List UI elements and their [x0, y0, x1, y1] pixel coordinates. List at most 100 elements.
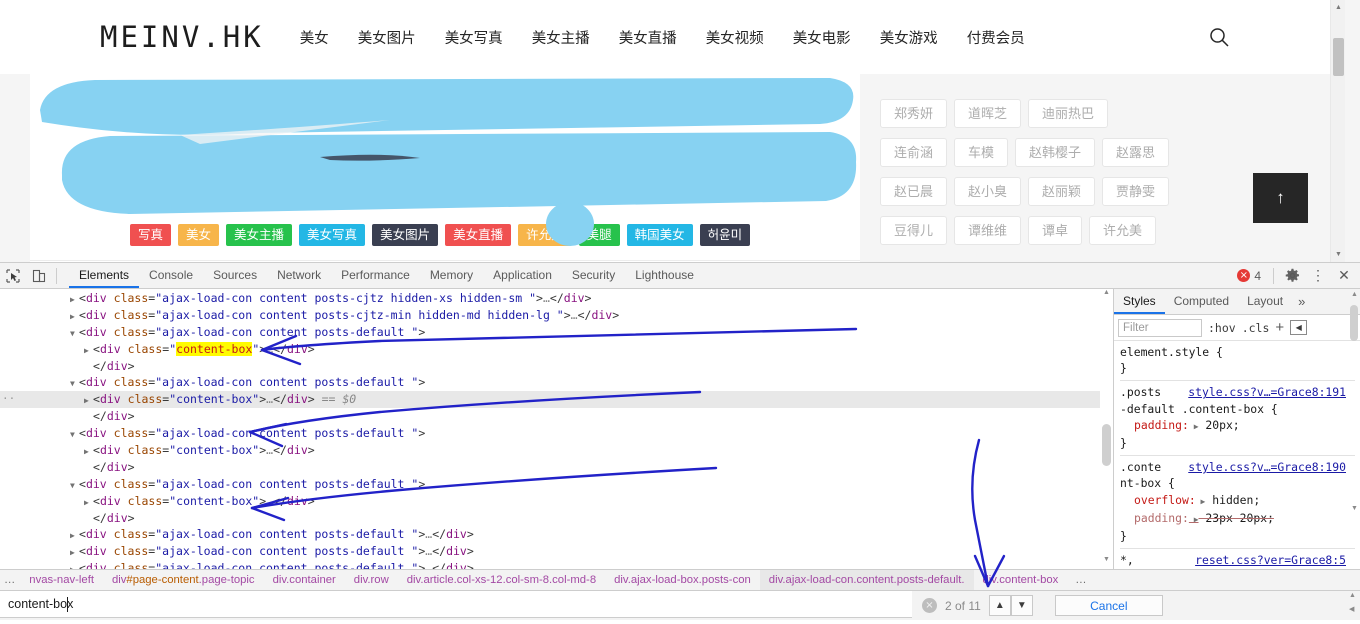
- style-property-name[interactable]: padding:: [1120, 510, 1189, 526]
- sidebar-tag-7[interactable]: 赵已晨: [880, 177, 948, 206]
- style-rule-selector[interactable]: element.style {: [1120, 345, 1223, 359]
- expand-triangle-icon[interactable]: ▶: [1196, 497, 1206, 506]
- sidebar-tag-8[interactable]: 赵小臭: [954, 177, 1022, 206]
- scrollbar-up-icon[interactable]: ▲: [1331, 0, 1346, 15]
- style-property-value[interactable]: 20px;: [1199, 418, 1239, 432]
- dom-tree-row[interactable]: ▼ <div class="ajax-load-con content posts…: [0, 324, 1113, 341]
- breadcrumb-item[interactable]: div.ajax-load-box.posts-con: [605, 570, 760, 590]
- dom-tree-row[interactable]: </div>: [0, 510, 1113, 527]
- style-source-link[interactable]: style.css?v…=Grace8:190: [1188, 459, 1346, 475]
- nav-item-8[interactable]: 付费会员: [967, 27, 1025, 48]
- sidebar-tag-0[interactable]: 郑秀妍: [880, 99, 948, 128]
- sidebar-tag-14[interactable]: 许允美: [1089, 216, 1157, 245]
- style-rule[interactable]: .posts style.css?v…=Grace8:191 -default .c…: [1120, 384, 1360, 453]
- find-scroll-up-icon[interactable]: ▲: [1349, 592, 1356, 599]
- article-tag[interactable]: 写真: [130, 224, 172, 246]
- breadcrumb-item[interactable]: div.row: [345, 570, 398, 590]
- scroll-to-top-button[interactable]: ↑: [1253, 173, 1308, 223]
- dom-tree-row[interactable]: ▶<div class="ajax-load-con content posts…: [0, 560, 1113, 569]
- dom-scroll-thumb[interactable]: [1102, 424, 1111, 466]
- styles-more-tabs-icon[interactable]: »: [1292, 294, 1311, 309]
- article-tag[interactable]: 美女主播: [226, 224, 293, 246]
- dom-tree-row[interactable]: ▶<div class="ajax-load-con content posts…: [0, 543, 1113, 560]
- search-icon[interactable]: [1208, 26, 1230, 48]
- new-style-rule-button[interactable]: +: [1275, 319, 1284, 336]
- toggle-sidebar-icon[interactable]: ◀: [1290, 320, 1308, 335]
- style-rule[interactable]: .conte style.css?v…=Grace8:190 nt-box {ove…: [1120, 459, 1360, 546]
- tab-application[interactable]: Application: [483, 263, 562, 288]
- sidebar-tag-9[interactable]: 赵丽颖: [1028, 177, 1096, 206]
- expand-triangle-icon[interactable]: ▶: [1189, 515, 1199, 524]
- dom-tree-row[interactable]: ▼ <div class="ajax-load-con content posts…: [0, 476, 1113, 493]
- dom-scroll-up-icon[interactable]: ▲: [1100, 289, 1113, 302]
- sidebar-tag-13[interactable]: 谭卓: [1028, 216, 1083, 245]
- sidebar-tag-2[interactable]: 迪丽热巴: [1028, 99, 1109, 128]
- styles-scrollbar[interactable]: ▲ ▼: [1349, 289, 1360, 517]
- style-declaration[interactable]: padding: ▶ 20px;: [1120, 417, 1360, 435]
- more-options-icon[interactable]: ⋮: [1306, 264, 1330, 288]
- style-rule-selector[interactable]: .conte: [1120, 460, 1161, 474]
- dom-tree-scrollbar[interactable]: ▲ ▼: [1100, 289, 1113, 569]
- breadcrumb-item[interactable]: div.article.col-xs-12.col-sm-8.col-md-8: [398, 570, 605, 590]
- clear-icon[interactable]: ×: [922, 598, 937, 613]
- nav-item-3[interactable]: 美女主播: [532, 27, 590, 48]
- breadcrumb-item[interactable]: div.container: [264, 570, 345, 590]
- dom-tree-row[interactable]: ▶<div class="ajax-load-con content posts…: [0, 307, 1113, 324]
- site-logo[interactable]: MEINV.HK: [100, 20, 264, 54]
- tab-styles[interactable]: Styles: [1114, 289, 1165, 314]
- dom-tree-row[interactable]: ▶ <div class="content-box">…</div>: [0, 341, 1113, 358]
- scrollbar-thumb[interactable]: [1333, 38, 1344, 76]
- sidebar-tag-1[interactable]: 道晖芝: [954, 99, 1022, 128]
- find-bar-scroll-arrows[interactable]: ▲ ◀: [1346, 591, 1360, 620]
- styles-scroll-up-icon[interactable]: ▲: [1350, 291, 1359, 298]
- page-scrollbar[interactable]: ▲ ▼: [1330, 0, 1345, 262]
- search-input[interactable]: [0, 591, 912, 618]
- device-toolbar-icon[interactable]: [26, 263, 52, 288]
- style-rule-selector[interactable]: .posts: [1120, 385, 1161, 399]
- style-source-link[interactable]: style.css?v…=Grace8:191: [1188, 384, 1346, 400]
- nav-item-0[interactable]: 美女: [300, 27, 329, 48]
- style-property-value[interactable]: hidden;: [1205, 493, 1260, 507]
- tab-lighthouse[interactable]: Lighthouse: [625, 263, 704, 288]
- tab-network[interactable]: Network: [267, 263, 331, 288]
- cancel-button[interactable]: Cancel: [1054, 595, 1163, 616]
- chevron-down-icon[interactable]: ▼: [1010, 595, 1033, 616]
- nav-item-6[interactable]: 美女电影: [793, 27, 851, 48]
- dom-tree-row[interactable]: ▶ <div class="content-box">…</div>: [0, 493, 1113, 510]
- dom-tree-row[interactable]: ▼ <div class="ajax-load-con content posts…: [0, 425, 1113, 442]
- dom-tree-pane[interactable]: ▶ <div class="ajax-load-con content posts…: [0, 289, 1113, 569]
- tab-performance[interactable]: Performance: [331, 263, 420, 288]
- styles-scroll-thumb[interactable]: [1350, 305, 1358, 341]
- gear-icon[interactable]: [1280, 264, 1304, 288]
- close-icon[interactable]: ✕: [1332, 264, 1356, 288]
- dom-tree-row[interactable]: </div>: [0, 459, 1113, 476]
- dom-tree-row[interactable]: ▶ <div class="content-box">…</div>: [0, 442, 1113, 459]
- hov-toggle-button[interactable]: :hov: [1208, 321, 1236, 335]
- nav-item-4[interactable]: 美女直播: [619, 27, 677, 48]
- style-property-name[interactable]: overflow:: [1120, 492, 1196, 508]
- breadcrumb-item[interactable]: div#page-content.page-topic: [103, 570, 264, 590]
- sidebar-tag-11[interactable]: 豆得儿: [880, 216, 948, 245]
- article-tag[interactable]: 韩国美女: [626, 224, 693, 246]
- article-tag[interactable]: 美女: [178, 224, 220, 246]
- tab-sources[interactable]: Sources: [203, 263, 267, 288]
- style-declaration[interactable]: padding: ▶ 23px 20px;: [1120, 510, 1360, 528]
- dom-tree-row[interactable]: </div>: [0, 408, 1113, 425]
- expand-triangle-icon[interactable]: ▶: [70, 562, 79, 569]
- style-property-value[interactable]: 23px 20px;: [1199, 511, 1274, 525]
- article-tag[interactable]: 许允美: [518, 224, 572, 246]
- style-property-name[interactable]: padding:: [1120, 417, 1189, 433]
- dom-tree-row[interactable]: </div>: [0, 358, 1113, 375]
- sidebar-tag-6[interactable]: 赵露思: [1102, 138, 1170, 167]
- chevron-up-icon[interactable]: ▲: [988, 595, 1011, 616]
- sidebar-tag-12[interactable]: 谭维维: [954, 216, 1022, 245]
- sidebar-tag-5[interactable]: 赵韩樱子: [1015, 138, 1096, 167]
- dom-scroll-down-icon[interactable]: ▼: [1100, 556, 1113, 569]
- breadcrumb-overflow-left[interactable]: …: [0, 574, 20, 586]
- dom-tree-row[interactable]: ▶<div class="ajax-load-con content posts…: [0, 290, 1113, 307]
- article-tag[interactable]: 美女写真: [299, 224, 366, 246]
- tab-computed[interactable]: Computed: [1165, 289, 1238, 314]
- article-tag[interactable]: 美腿: [578, 224, 620, 246]
- style-rule-selector[interactable]: *,: [1120, 553, 1134, 567]
- cls-toggle-button[interactable]: .cls: [1242, 321, 1270, 335]
